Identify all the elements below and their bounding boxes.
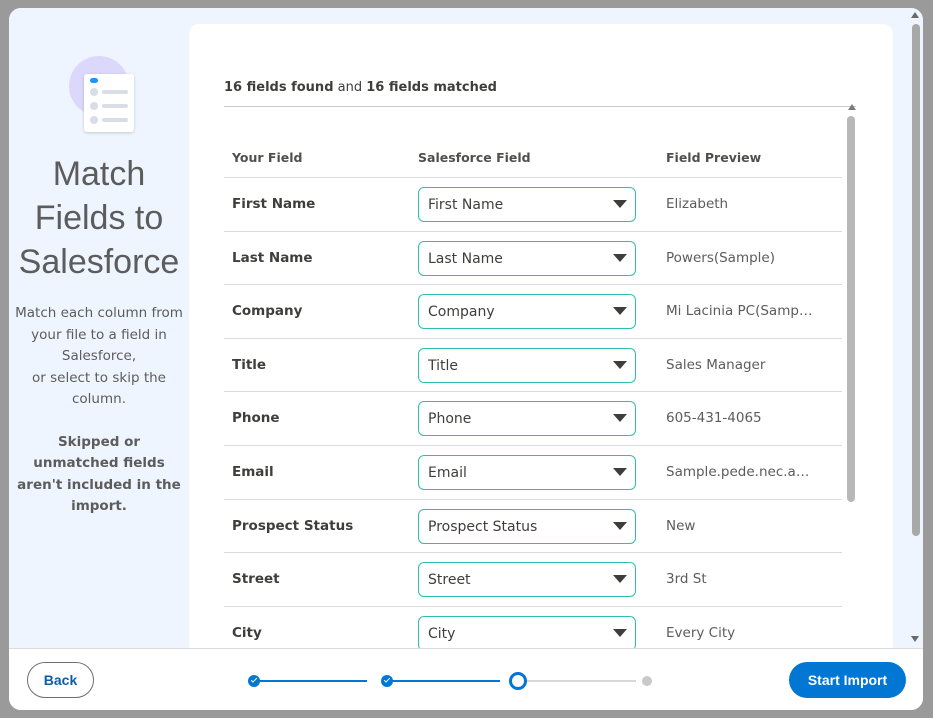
modal-scrollbar-thumb[interactable] <box>912 24 920 536</box>
scroll-up-arrow-icon[interactable] <box>848 104 856 110</box>
modal-scroll-down-icon[interactable] <box>911 636 919 642</box>
summary-divider <box>224 106 856 107</box>
left-panel: Match Fields to Salesforce Match each co… <box>9 8 189 648</box>
step-4-pending-icon <box>642 676 652 686</box>
salesforce-field-value: Prospect Status <box>428 518 538 535</box>
your-field-label: City <box>232 624 262 641</box>
step-connector <box>382 680 500 682</box>
header-your-field: Your Field <box>232 150 303 165</box>
back-button[interactable]: Back <box>27 662 94 698</box>
salesforce-field-select[interactable]: Title <box>418 347 636 383</box>
salesforce-field-select[interactable]: Prospect Status <box>418 508 636 544</box>
your-field-label: Last Name <box>232 249 313 266</box>
your-field-label: Title <box>232 356 267 373</box>
chevron-down-icon[interactable] <box>613 575 627 584</box>
your-field-label: Street <box>232 571 280 588</box>
salesforce-field-select[interactable]: First Name <box>418 187 636 222</box>
table-scrollbar-thumb[interactable] <box>847 116 855 502</box>
salesforce-field-select[interactable]: Email <box>418 454 636 490</box>
chevron-down-icon[interactable] <box>613 360 627 369</box>
field-preview-value: Sample.pede.nec.ant... <box>666 463 816 480</box>
your-field-label: Company <box>232 303 303 320</box>
salesforce-field-select[interactable]: Company <box>418 294 636 330</box>
chevron-down-icon[interactable] <box>613 307 627 316</box>
field-preview-value: Mi Lacinia PC(Sample) <box>666 303 816 320</box>
salesforce-field-select[interactable]: City <box>418 615 636 648</box>
field-preview-value: Elizabeth <box>666 196 729 212</box>
table-body: First Name First Name Elizabeth Last Name La… <box>224 178 842 648</box>
table-row: Street Street 3rd St <box>224 553 842 607</box>
field-preview-value: Every City <box>666 624 736 641</box>
step-connector <box>518 680 636 682</box>
field-mapping-illustration-icon <box>69 56 149 136</box>
step-1-complete-icon <box>248 675 260 687</box>
salesforce-field-value: Title <box>428 357 459 374</box>
chevron-down-icon[interactable] <box>613 253 627 262</box>
step-3-current-icon <box>509 672 527 690</box>
table-header: Your Field Salesforce Field Field Previe… <box>224 114 842 178</box>
salesforce-field-value: Street <box>428 572 471 589</box>
your-field-label: Prospect Status <box>232 517 354 534</box>
header-salesforce-field: Salesforce Field <box>418 150 531 165</box>
table-row: Prospect Status Prospect Status New <box>224 500 842 554</box>
chevron-down-icon[interactable] <box>613 200 627 208</box>
table-row: Phone Phone 605-431-4065 <box>224 392 842 446</box>
salesforce-field-select[interactable]: Street <box>418 562 636 598</box>
modal-scroll-up-icon[interactable] <box>911 12 919 18</box>
progress-stepper <box>237 671 652 691</box>
table-row: City City Every City <box>224 607 842 648</box>
field-mapping-table[interactable]: Your Field Salesforce Field Field Previe… <box>224 114 856 648</box>
page-title: Match Fields to Salesforce <box>18 155 180 281</box>
chevron-down-icon[interactable] <box>613 467 627 476</box>
import-wizard-modal: Match Fields to Salesforce Match each co… <box>9 8 923 710</box>
table-scrollbar[interactable] <box>845 104 859 648</box>
salesforce-field-value: Last Name <box>428 250 503 267</box>
salesforce-field-select[interactable]: Phone <box>418 401 636 437</box>
salesforce-field-select[interactable]: Last Name <box>418 240 636 276</box>
field-preview-value: Sales Manager <box>666 356 766 373</box>
field-preview-value: Powers(Sample) <box>666 249 776 266</box>
salesforce-field-value: First Name <box>428 197 504 213</box>
table-row: Title Title Sales Manager <box>224 339 842 393</box>
your-field-label: Phone <box>232 410 280 427</box>
modal-body: Match Fields to Salesforce Match each co… <box>9 8 923 648</box>
skipped-note: Skipped or unmatched fields aren't inclu… <box>17 433 181 515</box>
chevron-down-icon[interactable] <box>613 521 627 530</box>
field-preview-value: New <box>666 517 696 534</box>
salesforce-field-value: Email <box>428 464 467 481</box>
salesforce-field-value: Phone <box>428 411 472 428</box>
salesforce-field-value: City <box>428 625 456 642</box>
your-field-label: Email <box>232 463 274 480</box>
matched-count: 16 fields matched <box>366 80 497 95</box>
field-preview-value: 3rd St <box>666 571 707 588</box>
chevron-down-icon[interactable] <box>613 628 627 637</box>
table-row: Email Email Sample.pede.nec.ant... <box>224 446 842 500</box>
summary-and: and <box>337 80 363 95</box>
table-row: Company Company Mi Lacinia PC(Sample) <box>224 285 842 339</box>
chevron-down-icon[interactable] <box>613 414 627 423</box>
table-row: Last Name Last Name Powers(Sample) <box>224 232 842 286</box>
start-import-button[interactable]: Start Import <box>789 662 906 698</box>
match-summary: 16 fields found and 16 fields matched <box>224 80 497 95</box>
instructions-line-1: Match each column from your file to a fi… <box>15 305 183 364</box>
modal-scrollbar[interactable] <box>909 8 923 648</box>
step-2-complete-icon <box>381 675 393 687</box>
table-row: First Name First Name Elizabeth <box>224 178 842 232</box>
header-field-preview: Field Preview <box>666 150 762 165</box>
salesforce-field-value: Company <box>428 304 495 321</box>
your-field-label: First Name <box>232 196 316 212</box>
found-count: 16 fields found <box>224 80 334 95</box>
mapping-card: 16 fields found and 16 fields matched Yo… <box>189 24 893 648</box>
modal-footer: Back Start Import <box>9 648 923 710</box>
instructions: Match each column from your file to a fi… <box>15 303 183 518</box>
instructions-line-2: or select to skip the column. <box>32 369 166 408</box>
step-connector <box>249 680 367 682</box>
field-preview-value: 605-431-4065 <box>666 410 762 427</box>
